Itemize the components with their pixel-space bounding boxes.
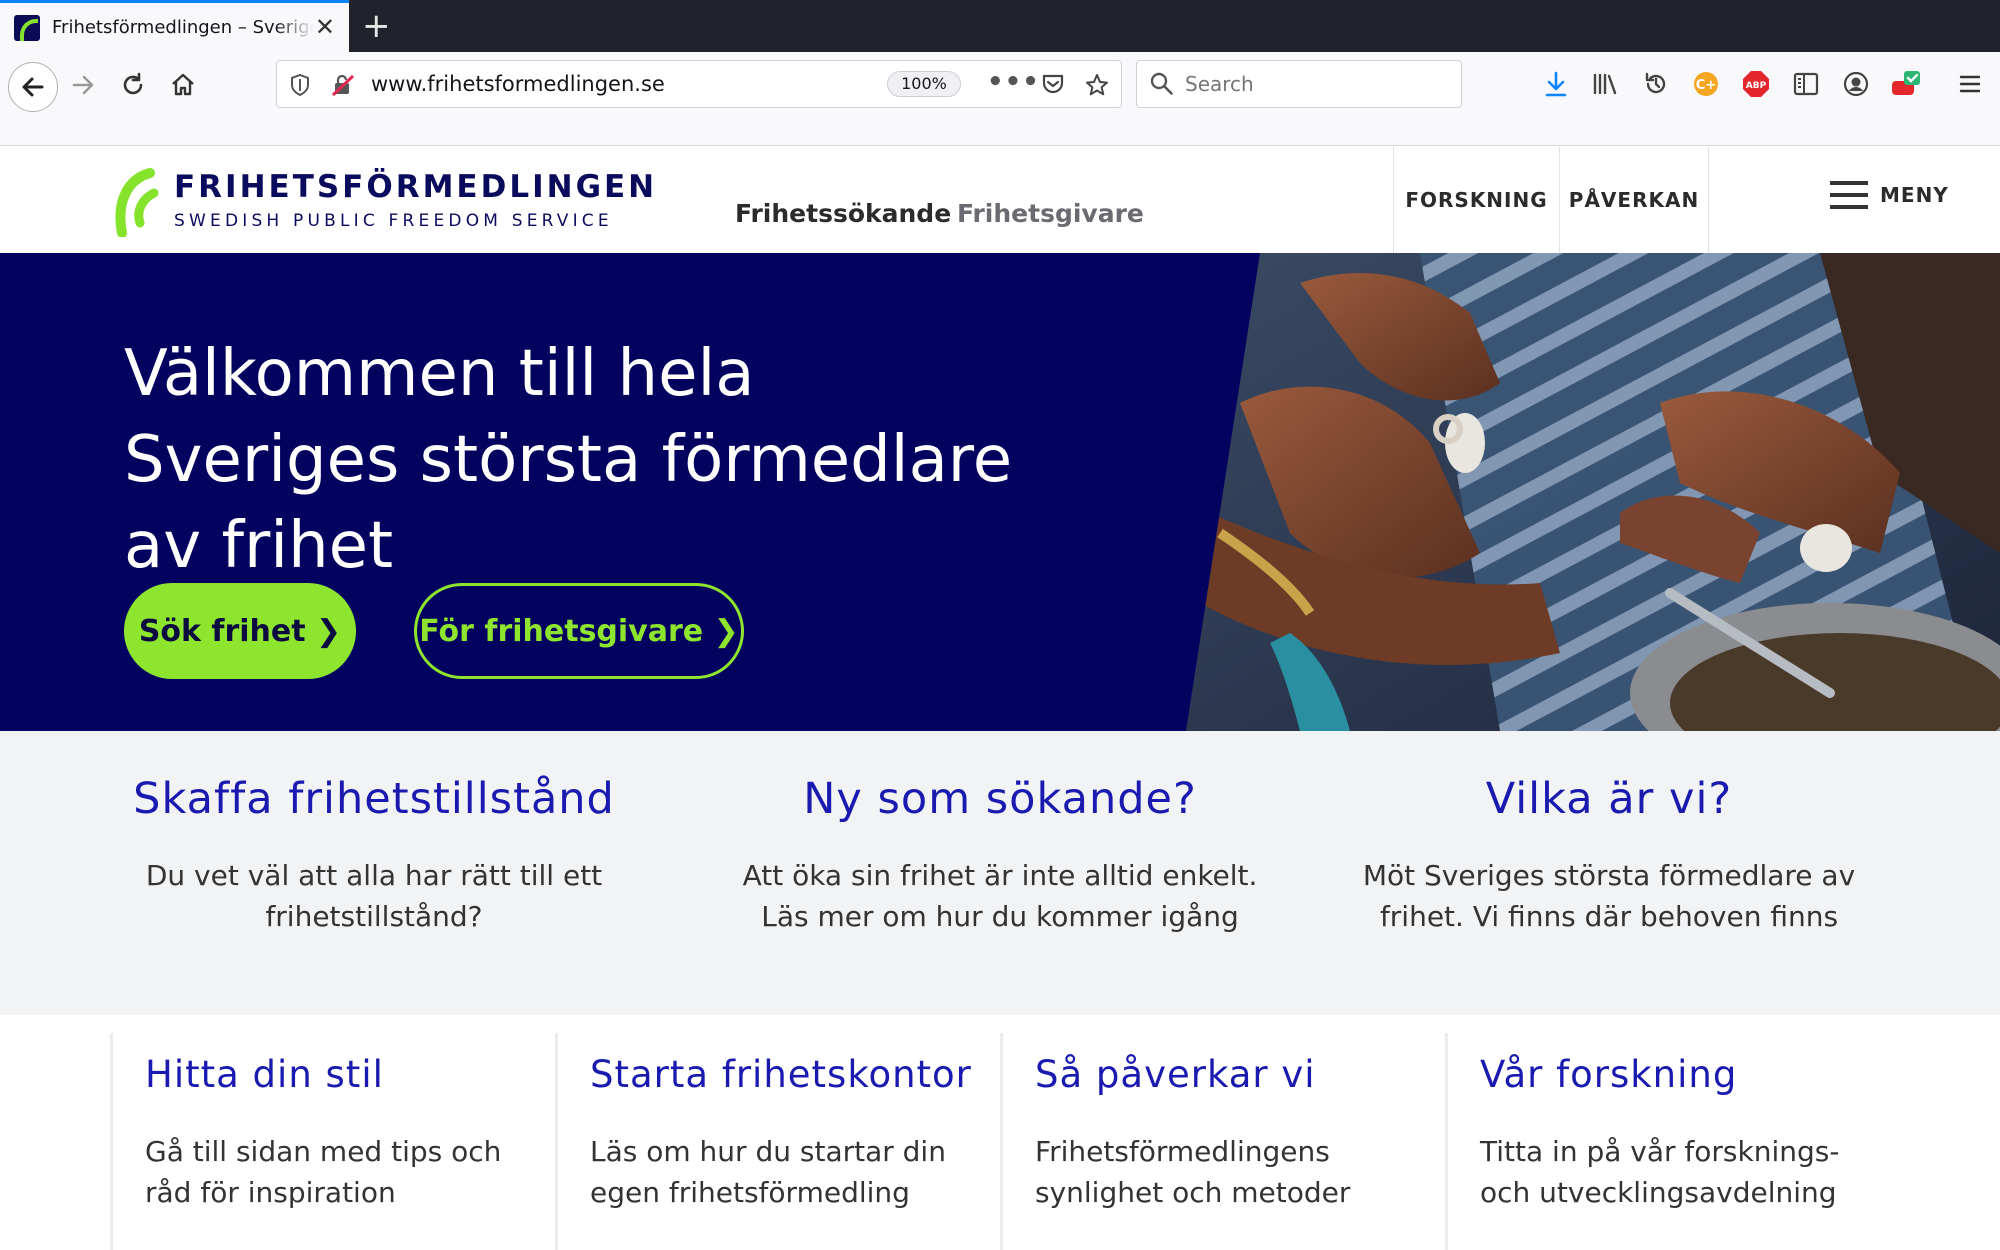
forward-button[interactable] (62, 64, 104, 106)
tracking-shield-icon[interactable] (289, 73, 311, 103)
site-header: FRIHETSFÖRMEDLINGEN SWEDISH PUBLIC FREED… (0, 147, 2000, 253)
card-title[interactable]: Hitta din stil (145, 1051, 556, 1099)
back-arrow-icon (22, 77, 44, 97)
bookmark-star-icon[interactable] (1085, 73, 1109, 103)
reader-view-icon[interactable] (1786, 64, 1826, 104)
zoom-indicator[interactable]: 100% (887, 71, 961, 97)
card-title[interactable]: Vår forskning (1480, 1051, 1891, 1099)
site-menu-button[interactable]: MENY (1830, 181, 1949, 209)
close-tab-icon[interactable]: ✕ (315, 15, 335, 39)
nav-frihetssokande[interactable]: Frihetssökande (735, 199, 951, 228)
extension-checked-icon[interactable] (1886, 64, 1926, 104)
library-icon[interactable] (1586, 64, 1626, 104)
address-bar[interactable]: www.frihetsformedlingen.se 100% ••• (276, 60, 1122, 108)
logo-wordmark[interactable]: FRIHETSFÖRMEDLINGEN (174, 169, 657, 205)
card-text: Titta in på vår forsknings- och utveckli… (1480, 1135, 1840, 1209)
card-text: Frihetsförmedlingens synlighet och metod… (1035, 1135, 1351, 1209)
info-text: Du vet väl att alla har rätt till ett fr… (145, 859, 603, 933)
reload-button[interactable] (112, 64, 154, 106)
info-item-frihetstillstand[interactable]: Skaffa frihetstillstånd Du vet väl att a… (94, 771, 654, 937)
info-title[interactable]: Ny som sökande? (720, 771, 1280, 827)
card-hitta-din-stil[interactable]: Hitta din stil Gå till sidan med tips oc… (110, 1033, 556, 1250)
menu-burger-icon (1830, 181, 1868, 209)
history-icon[interactable] (1636, 64, 1676, 104)
hero-heading: Välkommen till hela Sveriges största för… (124, 337, 1013, 583)
home-button[interactable] (162, 64, 204, 106)
new-tab-icon[interactable]: + (362, 6, 391, 46)
browser-toolbar: www.frihetsformedlingen.se 100% ••• C+ A… (0, 52, 2000, 146)
back-button[interactable] (8, 62, 58, 112)
page-actions-icon[interactable]: ••• (987, 67, 1040, 97)
search-icon (1149, 71, 1175, 101)
account-icon[interactable] (1836, 64, 1876, 104)
cards-section: Hitta din stil Gå till sidan med tips oc… (0, 1015, 2000, 1250)
card-sa-paverkar-vi[interactable]: Så påverkar vi Frihetsförmedlingens synl… (1000, 1033, 1446, 1250)
card-text: Läs om hur du startar din egen frihetsfö… (590, 1135, 946, 1209)
hamburger-menu-icon[interactable] (1950, 64, 1990, 104)
info-item-ny-som-sokande[interactable]: Ny som sökande? Att öka sin frihet är in… (720, 771, 1280, 937)
reload-icon (123, 72, 143, 95)
nav-forskning[interactable]: FORSKNING (1393, 147, 1559, 253)
forward-arrow-icon (72, 75, 94, 95)
tab-title: Frihetsförmedlingen – Sveriges (52, 17, 314, 38)
browser-search-box[interactable] (1136, 60, 1462, 108)
card-var-forskning[interactable]: Vår forskning Titta in på vår forsknings… (1445, 1033, 1891, 1250)
nav-frihetsgivare[interactable]: Frihetsgivare (957, 199, 1144, 228)
browser-tab-active[interactable]: Frihetsförmedlingen – Sveriges ✕ (0, 0, 349, 52)
pocket-icon[interactable] (1041, 73, 1065, 101)
url-text: www.frihetsformedlingen.se (371, 72, 665, 96)
logo-tagline: SWEDISH PUBLIC FREEDOM SERVICE (174, 211, 613, 231)
card-text: Gå till sidan med tips och råd för inspi… (145, 1135, 502, 1209)
browser-search-input[interactable] (1185, 71, 1445, 97)
hero-section: Välkommen till hela Sveriges största för… (0, 253, 2000, 731)
svg-text:ABP: ABP (1746, 81, 1767, 91)
downloads-icon[interactable] (1536, 64, 1576, 104)
sok-frihet-button[interactable]: Sök frihet ❯ (124, 583, 356, 679)
info-item-vilka-ar-vi[interactable]: Vilka är vi? Möt Sveriges största förmed… (1329, 771, 1889, 937)
menu-label: MENY (1880, 183, 1949, 207)
nav-paverkan[interactable]: PÅVERKAN (1559, 147, 1709, 253)
info-title[interactable]: Skaffa frihetstillstånd (94, 771, 654, 827)
card-starta-frihetskontor[interactable]: Starta frihetskontor Läs om hur du start… (555, 1033, 1001, 1250)
info-title[interactable]: Vilka är vi? (1329, 771, 1889, 827)
extension-coupon-icon[interactable]: C+ (1686, 64, 1726, 104)
info-text: Möt Sveriges största förmedlare av frihe… (1362, 859, 1856, 933)
adblock-plus-icon[interactable]: ABP (1736, 64, 1776, 104)
card-title[interactable]: Så påverkar vi (1035, 1051, 1446, 1099)
logo-arc-icon[interactable] (110, 167, 168, 237)
for-frihetsgivare-button[interactable]: För frihetsgivare ❯ (414, 583, 744, 679)
info-band: Skaffa frihetstillstånd Du vet väl att a… (0, 731, 2000, 1015)
browser-tab-bar: Frihetsförmedlingen – Sveriges ✕ + (0, 0, 2000, 52)
svg-text:C+: C+ (1696, 78, 1716, 93)
info-text: Att öka sin frihet är inte alltid enkelt… (742, 859, 1258, 933)
insecure-lock-icon[interactable] (331, 73, 355, 103)
card-title[interactable]: Starta frihetskontor (590, 1051, 1001, 1099)
site-favicon-icon (14, 14, 40, 41)
home-icon (172, 73, 194, 96)
